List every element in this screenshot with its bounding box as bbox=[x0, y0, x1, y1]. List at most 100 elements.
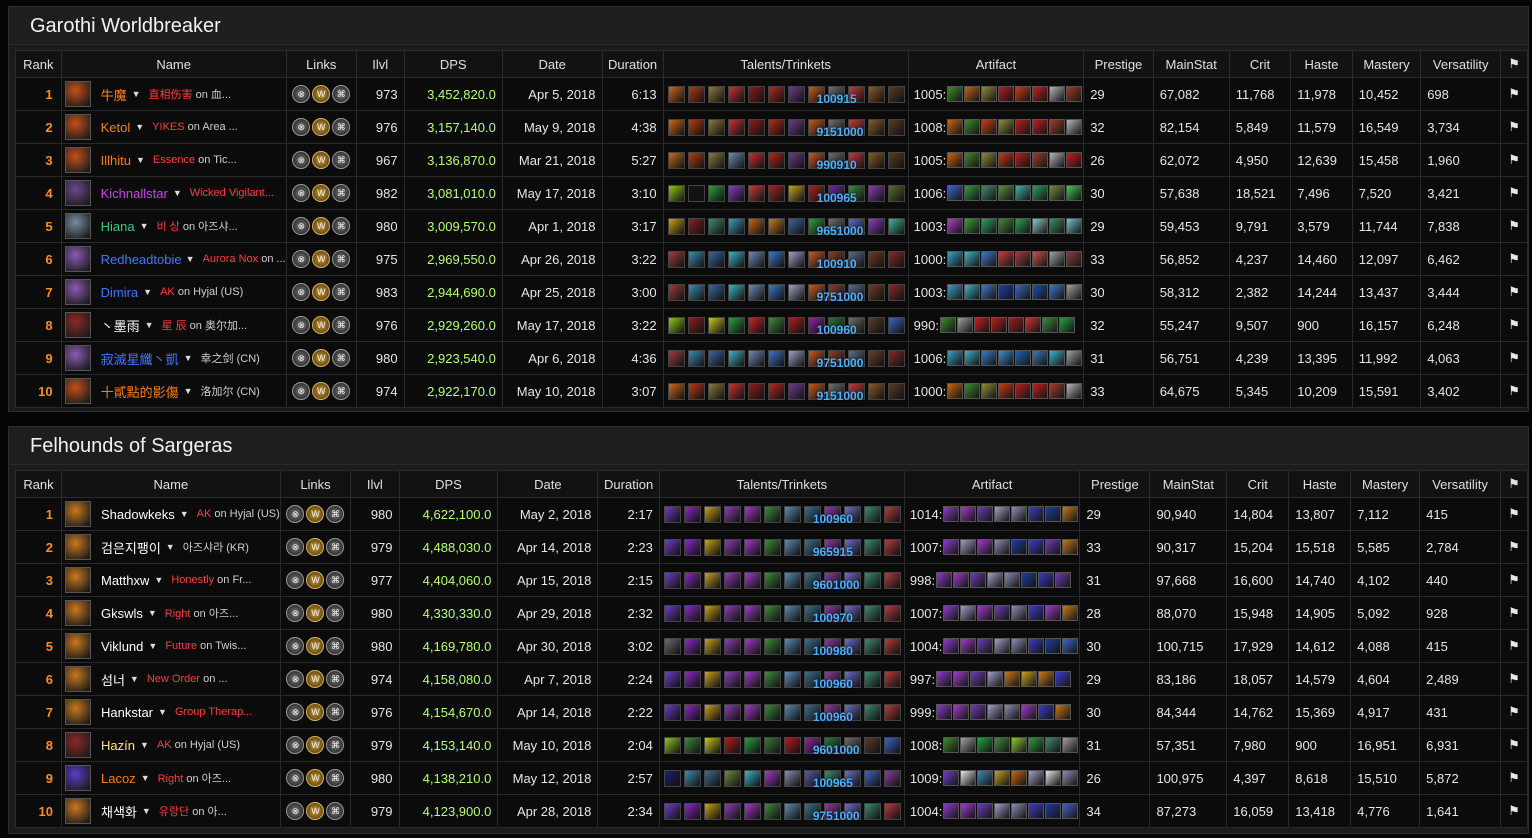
player-name-link[interactable]: Hiana bbox=[101, 219, 135, 234]
guild-name-link[interactable]: 直相伤害 bbox=[149, 89, 193, 101]
talent-icon[interactable] bbox=[867, 151, 885, 169]
talent-icon[interactable] bbox=[863, 571, 881, 589]
relic-icon[interactable] bbox=[1028, 770, 1045, 786]
relic-icon[interactable] bbox=[1015, 185, 1032, 201]
raidbots-icon[interactable]: ⌘ bbox=[326, 769, 345, 787]
armory-icon[interactable]: ⊗ bbox=[292, 184, 311, 202]
dps-cell[interactable]: 4,158,080.0 bbox=[398, 662, 499, 696]
flag-icon[interactable]: ⚑ bbox=[1499, 794, 1529, 828]
relic-icon[interactable] bbox=[1066, 284, 1083, 300]
wow-icon[interactable]: W bbox=[312, 349, 331, 367]
talent-icon[interactable] bbox=[887, 382, 905, 400]
armory-icon[interactable]: ⊗ bbox=[292, 316, 311, 334]
player-name-link[interactable]: Gkswls bbox=[101, 606, 143, 621]
chevron-down-icon[interactable]: ▼ bbox=[158, 707, 167, 717]
chevron-down-icon[interactable]: ▼ bbox=[143, 287, 152, 297]
talent-icon[interactable] bbox=[767, 217, 785, 235]
relic-icon[interactable] bbox=[1032, 152, 1049, 168]
talent-icon[interactable] bbox=[723, 769, 741, 787]
relic-icon[interactable] bbox=[981, 185, 998, 201]
chevron-down-icon[interactable]: ▼ bbox=[140, 740, 149, 750]
flag-icon[interactable]: ⚑ bbox=[1500, 275, 1528, 309]
column-header-duration[interactable]: Duration bbox=[597, 470, 660, 498]
relic-icon[interactable] bbox=[1028, 737, 1045, 753]
relic-icon[interactable] bbox=[994, 737, 1011, 753]
wow-icon[interactable]: W bbox=[312, 250, 331, 268]
talent-icon[interactable] bbox=[663, 703, 681, 721]
relic-icon[interactable] bbox=[998, 185, 1015, 201]
relic-icon[interactable] bbox=[1011, 737, 1028, 753]
talent-icon[interactable] bbox=[747, 316, 765, 334]
talent-icon[interactable] bbox=[667, 184, 685, 202]
wow-icon[interactable]: W bbox=[306, 604, 325, 622]
relic-icon[interactable] bbox=[1062, 605, 1079, 621]
raidbots-icon[interactable]: ⌘ bbox=[332, 118, 351, 136]
talent-icon[interactable] bbox=[767, 151, 785, 169]
armory-icon[interactable]: ⊗ bbox=[286, 505, 305, 523]
talent-icon[interactable] bbox=[787, 283, 805, 301]
relic-icon[interactable] bbox=[994, 506, 1011, 522]
column-header-haste[interactable]: Haste bbox=[1288, 470, 1352, 498]
player-name-link[interactable]: Ketol bbox=[101, 120, 131, 135]
column-header-date[interactable]: Date bbox=[497, 470, 599, 498]
talent-icon[interactable] bbox=[727, 217, 745, 235]
talent-icon[interactable] bbox=[763, 769, 781, 787]
relic-icon[interactable] bbox=[1015, 86, 1032, 102]
talent-icon[interactable] bbox=[687, 184, 705, 202]
talent-icon[interactable] bbox=[667, 316, 685, 334]
relic-icon[interactable] bbox=[964, 218, 981, 234]
flag-icon[interactable]: ⚑ bbox=[1499, 596, 1529, 630]
talent-icon[interactable] bbox=[783, 538, 801, 556]
flag-icon[interactable]: ⚑ bbox=[1499, 728, 1529, 762]
chevron-down-icon[interactable]: ▼ bbox=[166, 542, 175, 552]
flag-icon[interactable]: ⚑ bbox=[1499, 530, 1529, 564]
player-name-link[interactable]: Shadowkeks bbox=[101, 507, 175, 522]
column-header-links[interactable]: Links bbox=[285, 50, 357, 78]
talent-icon[interactable] bbox=[883, 538, 901, 556]
guild-name-link[interactable]: Right bbox=[158, 773, 184, 785]
relic-icon[interactable] bbox=[1045, 803, 1062, 819]
talent-icon[interactable] bbox=[747, 349, 765, 367]
relic-icon[interactable] bbox=[1062, 539, 1079, 555]
talent-icon[interactable] bbox=[867, 283, 885, 301]
column-header-talents[interactable]: Talents/Trinkets bbox=[658, 470, 905, 498]
talent-icon[interactable] bbox=[887, 250, 905, 268]
armory-icon[interactable]: ⊗ bbox=[292, 151, 311, 169]
talent-icon[interactable] bbox=[867, 349, 885, 367]
wow-icon[interactable]: W bbox=[306, 769, 325, 787]
talent-icon[interactable] bbox=[763, 802, 781, 820]
talent-icon[interactable] bbox=[683, 802, 701, 820]
armory-icon[interactable]: ⊗ bbox=[286, 538, 305, 556]
relic-icon[interactable] bbox=[981, 383, 998, 399]
relic-icon[interactable] bbox=[994, 605, 1011, 621]
talent-icon[interactable] bbox=[663, 538, 681, 556]
flag-icon[interactable]: ⚑ bbox=[1500, 341, 1528, 375]
column-header-duration[interactable]: Duration bbox=[601, 50, 664, 78]
chevron-down-icon[interactable]: ▼ bbox=[148, 608, 157, 618]
relic-icon[interactable] bbox=[1049, 86, 1066, 102]
talent-icon[interactable] bbox=[863, 769, 881, 787]
armory-icon[interactable]: ⊗ bbox=[286, 703, 305, 721]
relic-icon[interactable] bbox=[1045, 605, 1062, 621]
raidbots-icon[interactable]: ⌘ bbox=[332, 250, 351, 268]
player-name-link[interactable]: Kichnallstar bbox=[101, 186, 168, 201]
relic-icon[interactable] bbox=[1062, 737, 1079, 753]
talent-icon[interactable] bbox=[863, 802, 881, 820]
relic-icon[interactable] bbox=[964, 119, 981, 135]
talent-icon[interactable] bbox=[723, 703, 741, 721]
relic-icon[interactable] bbox=[947, 218, 964, 234]
relic-icon[interactable] bbox=[1049, 152, 1066, 168]
relic-icon[interactable] bbox=[1032, 350, 1049, 366]
relic-icon[interactable] bbox=[1055, 572, 1072, 588]
relic-icon[interactable] bbox=[939, 317, 956, 333]
flag-column-header[interactable]: ⚑ bbox=[1500, 50, 1528, 78]
relic-icon[interactable] bbox=[977, 770, 994, 786]
dps-cell[interactable]: 3,157,140.0 bbox=[403, 110, 503, 144]
chevron-down-icon[interactable]: ▼ bbox=[130, 674, 139, 684]
relic-icon[interactable] bbox=[1004, 671, 1021, 687]
relic-icon[interactable] bbox=[947, 350, 964, 366]
talent-icon[interactable] bbox=[727, 118, 745, 136]
talent-icon[interactable] bbox=[883, 571, 901, 589]
relic-icon[interactable] bbox=[1049, 251, 1066, 267]
talent-icon[interactable] bbox=[863, 604, 881, 622]
